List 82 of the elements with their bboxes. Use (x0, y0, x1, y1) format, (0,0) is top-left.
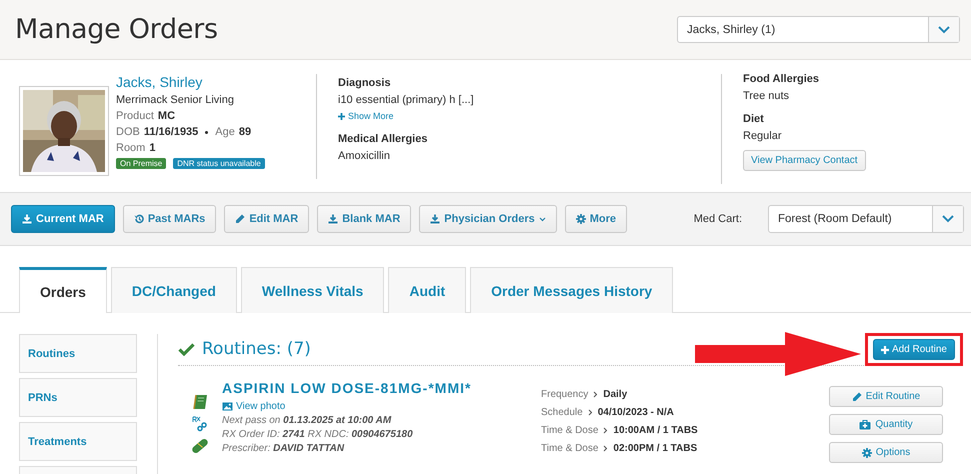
section-title: Routines: (7) (202, 339, 311, 359)
next-pass-text: Next pass on 01.13.2025 at 10:00 AM (222, 415, 392, 426)
prescriber-text: Prescriber: DAVID TATTAN (222, 443, 346, 454)
med-cart-label: Med Cart: (694, 213, 742, 225)
detail-value: Daily (603, 389, 628, 400)
chevron-down-icon (938, 26, 950, 34)
detail-label: Schedule (541, 407, 583, 418)
order-action-button[interactable]: Options (829, 442, 943, 463)
page-title: Manage Orders (15, 14, 218, 45)
toolbar-button[interactable]: Physician Orders (419, 205, 557, 233)
download-icon (430, 214, 440, 224)
toolbar-button[interactable]: Edit MAR (224, 205, 310, 233)
diagnosis-value: i10 essential (primary) h [...] (338, 94, 475, 106)
chevron-down-icon (942, 215, 954, 223)
show-more-link[interactable]: Show More (338, 111, 721, 121)
view-photo-link[interactable]: View photo (222, 401, 541, 412)
diagnosis-heading: Diagnosis (338, 77, 392, 89)
tab[interactable]: Audit (388, 267, 466, 313)
medical-allergies-heading: Medical Allergies (338, 133, 428, 145)
age-value: 89 (238, 126, 252, 138)
detail-value: 10:00AM / 1 TABS (613, 425, 698, 436)
chevron-right-icon (588, 409, 593, 416)
food-allergies-heading: Food Allergies (743, 73, 820, 85)
tab[interactable]: Order Messages History (470, 267, 674, 313)
detail-value: 04/10/2023 - N/A (598, 407, 674, 418)
room-label: Room (116, 142, 146, 154)
pharmacy-contact-button[interactable]: View Pharmacy Contact (743, 150, 866, 171)
status-badge: On Premise (116, 158, 166, 169)
rx-link-icon (192, 416, 208, 432)
order-ids-text: RX Order ID: 2741 RX NDC: 00904675180 (222, 429, 414, 440)
chevron-right-icon (593, 391, 598, 398)
sidebar-item[interactable]: Routines (19, 334, 137, 373)
pencil-icon (235, 214, 246, 224)
book-icon (192, 394, 208, 410)
sidebar-item[interactable]: PRNs (19, 378, 137, 417)
order-action-button[interactable]: Quantity (829, 414, 943, 435)
product-value: MC (158, 110, 176, 122)
diet-heading: Diet (743, 113, 765, 125)
status-badge: DNR status unavailable (173, 158, 265, 169)
checkmark-icon (178, 342, 195, 356)
medkit-icon (859, 420, 872, 430)
order-action-button[interactable]: Edit Routine (829, 386, 943, 407)
download-icon (328, 214, 338, 224)
medication-name-link[interactable]: ASPIRIN LOW DOSE-81MG-*MMI* (222, 380, 541, 396)
settings-icon (862, 448, 872, 458)
chevron-right-icon (603, 427, 608, 434)
history-icon (134, 214, 144, 224)
chevron-right-icon (603, 445, 608, 452)
detail-label: Frequency (541, 389, 588, 400)
resident-select[interactable]: Jacks, Shirley (1) (677, 16, 960, 43)
resident-name-link[interactable]: Jacks, Shirley (116, 74, 316, 90)
detail-label: Time & Dose (541, 425, 598, 436)
sidebar-item[interactable]: Treatments (19, 422, 137, 461)
pencil-icon (852, 392, 862, 402)
caret-icon (538, 216, 546, 222)
medical-allergies-value: Amoxicillin (338, 150, 391, 162)
image-icon (222, 402, 233, 411)
detail-value: 02:00PM / 1 TABS (613, 443, 698, 454)
plus-icon (338, 112, 345, 120)
detail-label: Time & Dose (541, 443, 598, 454)
facility-name: Merrimack Senior Living (116, 94, 235, 106)
plus-icon (880, 346, 889, 354)
food-allergies-value: Tree nuts (743, 90, 790, 102)
tab[interactable]: Orders (19, 267, 107, 313)
dob-label: DOB (116, 126, 140, 138)
tab[interactable]: Wellness Vitals (240, 267, 384, 313)
settings-icon (576, 214, 586, 224)
product-label: Product (116, 110, 154, 122)
toolbar-button[interactable]: Past MARs (122, 205, 216, 233)
toolbar-button[interactable]: More (564, 205, 628, 233)
med-cart-select[interactable]: Forest (Room Default) (768, 205, 964, 233)
toolbar-button[interactable]: Current MAR (11, 205, 115, 233)
tab[interactable]: DC/Changed (110, 267, 237, 313)
dob-value: 11/16/1935 (144, 126, 198, 138)
pill-icon (192, 438, 208, 454)
diet-value: Regular (743, 130, 783, 142)
download-icon (22, 214, 32, 224)
toolbar-button[interactable]: Blank MAR (317, 205, 412, 233)
add-routine-button[interactable]: Add Routine (872, 339, 955, 360)
age-label: Age (215, 126, 235, 138)
bullet-icon (205, 130, 208, 134)
room-value: 1 (149, 142, 156, 154)
